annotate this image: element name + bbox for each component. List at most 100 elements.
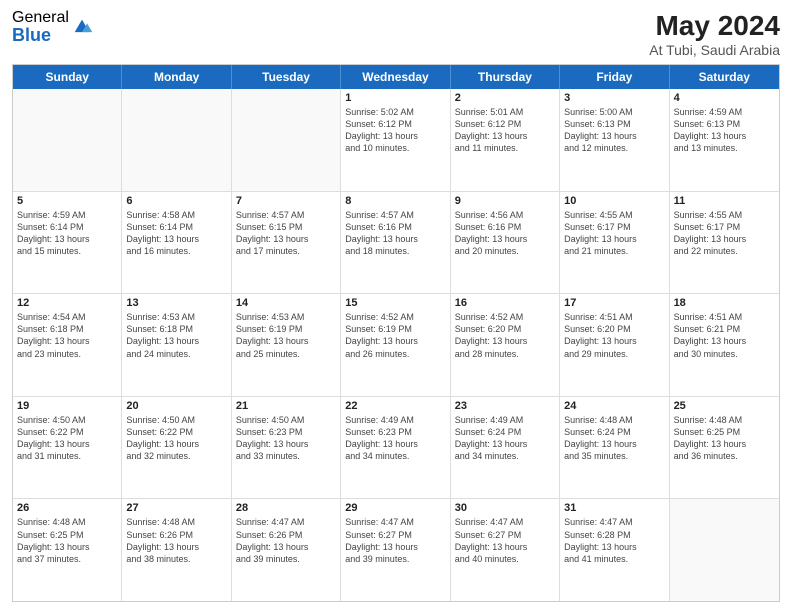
header-tuesday: Tuesday <box>232 65 341 89</box>
day-number: 19 <box>17 400 117 412</box>
logo-text: General Blue <box>12 10 69 44</box>
day-number: 7 <box>236 195 336 207</box>
day-cell-19: 19 Sunrise: 4:50 AM Sunset: 6:22 PM Dayli… <box>13 397 122 499</box>
day-info: Sunrise: 4:52 AM Sunset: 6:20 PM Dayligh… <box>455 311 555 360</box>
day-number: 6 <box>126 195 226 207</box>
title-month: May 2024 <box>649 10 780 42</box>
day-number: 2 <box>455 92 555 104</box>
empty-cell-0-2 <box>232 89 341 191</box>
day-number: 15 <box>345 297 445 309</box>
day-number: 23 <box>455 400 555 412</box>
day-number: 5 <box>17 195 117 207</box>
day-info: Sunrise: 5:00 AM Sunset: 6:13 PM Dayligh… <box>564 106 664 155</box>
header-thursday: Thursday <box>451 65 560 89</box>
day-cell-24: 24 Sunrise: 4:48 AM Sunset: 6:24 PM Dayli… <box>560 397 669 499</box>
day-info: Sunrise: 4:51 AM Sunset: 6:20 PM Dayligh… <box>564 311 664 360</box>
calendar: Sunday Monday Tuesday Wednesday Thursday… <box>12 64 780 602</box>
day-cell-3: 3 Sunrise: 5:00 AM Sunset: 6:13 PM Daylig… <box>560 89 669 191</box>
week-row-0: 1Sunrise: 5:02 AM Sunset: 6:12 PM Daylig… <box>13 89 779 191</box>
day-cell-30: 30 Sunrise: 4:47 AM Sunset: 6:27 PM Dayli… <box>451 499 560 601</box>
day-cell-28: 28Sunrise: 4:47 AM Sunset: 6:26 PM Dayli… <box>232 499 341 601</box>
day-info: Sunrise: 4:55 AM Sunset: 6:17 PM Dayligh… <box>674 209 775 258</box>
day-number: 21 <box>236 400 336 412</box>
week-row-4: 26 Sunrise: 4:48 AM Sunset: 6:25 PM Dayli… <box>13 498 779 601</box>
day-number: 10 <box>564 195 664 207</box>
day-cell-18: 18Sunrise: 4:51 AM Sunset: 6:21 PM Dayli… <box>670 294 779 396</box>
week-row-2: 12Sunrise: 4:54 AM Sunset: 6:18 PM Dayli… <box>13 293 779 396</box>
header-monday: Monday <box>122 65 231 89</box>
header-wednesday: Wednesday <box>341 65 450 89</box>
logo: General Blue <box>12 10 93 44</box>
day-info: Sunrise: 4:48 AM Sunset: 6:24 PM Dayligh… <box>564 414 664 463</box>
day-info: Sunrise: 4:57 AM Sunset: 6:15 PM Dayligh… <box>236 209 336 258</box>
day-info: Sunrise: 5:01 AM Sunset: 6:12 PM Dayligh… <box>455 106 555 155</box>
day-number: 24 <box>564 400 664 412</box>
day-info: Sunrise: 4:50 AM Sunset: 6:22 PM Dayligh… <box>17 414 117 463</box>
day-info: Sunrise: 4:55 AM Sunset: 6:17 PM Dayligh… <box>564 209 664 258</box>
day-info: Sunrise: 4:56 AM Sunset: 6:16 PM Dayligh… <box>455 209 555 258</box>
day-number: 25 <box>674 400 775 412</box>
day-number: 14 <box>236 297 336 309</box>
calendar-body: 1Sunrise: 5:02 AM Sunset: 6:12 PM Daylig… <box>13 89 779 601</box>
day-number: 1 <box>345 92 445 104</box>
day-cell-15: 15 Sunrise: 4:52 AM Sunset: 6:19 PM Dayli… <box>341 294 450 396</box>
day-cell-16: 16 Sunrise: 4:52 AM Sunset: 6:20 PM Dayli… <box>451 294 560 396</box>
page: General Blue May 2024 At Tubi, Saudi Ara… <box>0 0 792 612</box>
day-cell-31: 31 Sunrise: 4:47 AM Sunset: 6:28 PM Dayli… <box>560 499 669 601</box>
day-number: 22 <box>345 400 445 412</box>
day-info: Sunrise: 4:47 AM Sunset: 6:26 PM Dayligh… <box>236 516 336 565</box>
day-cell-22: 22Sunrise: 4:49 AM Sunset: 6:23 PM Dayli… <box>341 397 450 499</box>
empty-cell-0-1 <box>122 89 231 191</box>
day-info: Sunrise: 4:50 AM Sunset: 6:22 PM Dayligh… <box>126 414 226 463</box>
day-cell-20: 20Sunrise: 4:50 AM Sunset: 6:22 PM Dayli… <box>122 397 231 499</box>
day-number: 27 <box>126 502 226 514</box>
header: General Blue May 2024 At Tubi, Saudi Ara… <box>12 10 780 58</box>
day-cell-2: 2 Sunrise: 5:01 AM Sunset: 6:12 PM Daylig… <box>451 89 560 191</box>
day-number: 18 <box>674 297 775 309</box>
day-info: Sunrise: 4:59 AM Sunset: 6:14 PM Dayligh… <box>17 209 117 258</box>
day-number: 30 <box>455 502 555 514</box>
day-cell-23: 23 Sunrise: 4:49 AM Sunset: 6:24 PM Dayli… <box>451 397 560 499</box>
day-cell-14: 14Sunrise: 4:53 AM Sunset: 6:19 PM Dayli… <box>232 294 341 396</box>
day-cell-13: 13Sunrise: 4:53 AM Sunset: 6:18 PM Dayli… <box>122 294 231 396</box>
day-info: Sunrise: 4:53 AM Sunset: 6:18 PM Dayligh… <box>126 311 226 360</box>
logo-general: General <box>12 10 69 26</box>
day-cell-6: 6 Sunrise: 4:58 AM Sunset: 6:14 PM Daylig… <box>122 192 231 294</box>
week-row-3: 19 Sunrise: 4:50 AM Sunset: 6:22 PM Dayli… <box>13 396 779 499</box>
day-cell-1: 1Sunrise: 5:02 AM Sunset: 6:12 PM Daylig… <box>341 89 450 191</box>
header-sunday: Sunday <box>13 65 122 89</box>
day-info: Sunrise: 4:47 AM Sunset: 6:27 PM Dayligh… <box>345 516 445 565</box>
day-cell-10: 10 Sunrise: 4:55 AM Sunset: 6:17 PM Dayli… <box>560 192 669 294</box>
day-number: 3 <box>564 92 664 104</box>
day-info: Sunrise: 4:57 AM Sunset: 6:16 PM Dayligh… <box>345 209 445 258</box>
day-info: Sunrise: 4:58 AM Sunset: 6:14 PM Dayligh… <box>126 209 226 258</box>
title-block: May 2024 At Tubi, Saudi Arabia <box>649 10 780 58</box>
day-cell-7: 7 Sunrise: 4:57 AM Sunset: 6:15 PM Daylig… <box>232 192 341 294</box>
empty-cell-4-6 <box>670 499 779 601</box>
day-cell-26: 26 Sunrise: 4:48 AM Sunset: 6:25 PM Dayli… <box>13 499 122 601</box>
day-cell-25: 25Sunrise: 4:48 AM Sunset: 6:25 PM Dayli… <box>670 397 779 499</box>
day-number: 8 <box>345 195 445 207</box>
day-info: Sunrise: 4:47 AM Sunset: 6:27 PM Dayligh… <box>455 516 555 565</box>
day-number: 4 <box>674 92 775 104</box>
week-row-1: 5 Sunrise: 4:59 AM Sunset: 6:14 PM Daylig… <box>13 191 779 294</box>
day-info: Sunrise: 4:52 AM Sunset: 6:19 PM Dayligh… <box>345 311 445 360</box>
day-cell-27: 27Sunrise: 4:48 AM Sunset: 6:26 PM Dayli… <box>122 499 231 601</box>
day-info: Sunrise: 4:59 AM Sunset: 6:13 PM Dayligh… <box>674 106 775 155</box>
header-saturday: Saturday <box>670 65 779 89</box>
day-number: 31 <box>564 502 664 514</box>
day-cell-29: 29 Sunrise: 4:47 AM Sunset: 6:27 PM Dayli… <box>341 499 450 601</box>
day-info: Sunrise: 4:49 AM Sunset: 6:24 PM Dayligh… <box>455 414 555 463</box>
day-cell-4: 4 Sunrise: 4:59 AM Sunset: 6:13 PM Daylig… <box>670 89 779 191</box>
day-number: 26 <box>17 502 117 514</box>
day-number: 16 <box>455 297 555 309</box>
day-info: Sunrise: 4:47 AM Sunset: 6:28 PM Dayligh… <box>564 516 664 565</box>
empty-cell-0-0 <box>13 89 122 191</box>
day-info: Sunrise: 4:54 AM Sunset: 6:18 PM Dayligh… <box>17 311 117 360</box>
logo-icon <box>71 16 93 38</box>
logo-blue: Blue <box>12 26 69 44</box>
day-number: 29 <box>345 502 445 514</box>
day-info: Sunrise: 4:48 AM Sunset: 6:25 PM Dayligh… <box>17 516 117 565</box>
day-cell-11: 11Sunrise: 4:55 AM Sunset: 6:17 PM Dayli… <box>670 192 779 294</box>
calendar-header: Sunday Monday Tuesday Wednesday Thursday… <box>13 65 779 89</box>
